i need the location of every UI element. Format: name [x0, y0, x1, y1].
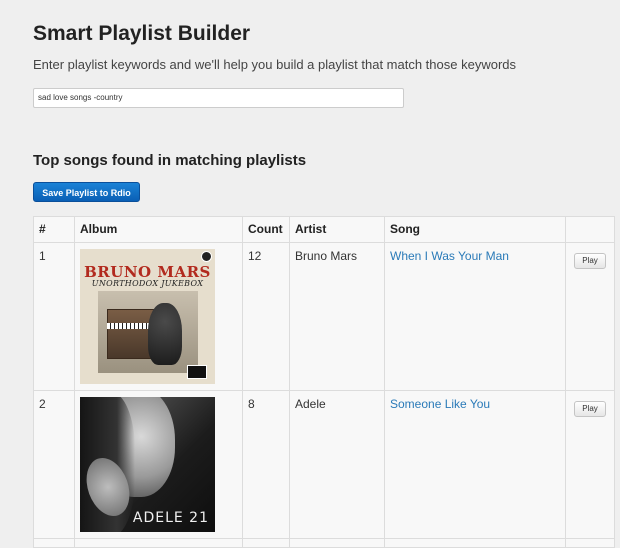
artist-name: Adele	[289, 390, 385, 539]
play-count: 8	[242, 390, 290, 539]
table-row: 2 ADELE 21 8 Adele Someone Like You Play	[33, 390, 615, 539]
save-playlist-button[interactable]: Save Playlist to Rdio	[33, 182, 140, 202]
keywords-input[interactable]	[33, 88, 404, 108]
album-cover-image: ADELE 21	[80, 397, 215, 532]
album-cover-title: ADELE 21	[132, 510, 209, 526]
album-cover-image: BRUNO MARS UNORTHODOX JUKEBOX	[80, 249, 215, 384]
play-cell: Play	[565, 390, 615, 539]
album-cell: BRUNO MARS UNORTHODOX JUKEBOX	[74, 242, 243, 391]
column-header-num: #	[33, 216, 75, 243]
artist-name: Bruno Mars	[289, 242, 385, 391]
column-header-play	[565, 216, 615, 243]
column-header-album: Album	[74, 216, 243, 243]
song-cell: Someone Like You	[384, 390, 566, 539]
results-heading: Top songs found in matching playlists	[33, 152, 307, 169]
page-subtitle: Enter playlist keywords and we'll help y…	[33, 57, 516, 72]
page-title: Smart Playlist Builder	[33, 22, 251, 45]
play-button[interactable]: Play	[574, 401, 606, 417]
song-link[interactable]: Someone Like You	[390, 397, 490, 411]
column-header-artist: Artist	[289, 216, 385, 243]
play-count: 12	[242, 242, 290, 391]
song-link[interactable]: When I Was Your Man	[390, 249, 509, 263]
play-button[interactable]: Play	[574, 253, 606, 269]
parental-advisory-icon	[187, 365, 207, 379]
play-cell: Play	[565, 242, 615, 391]
column-header-song: Song	[384, 216, 566, 243]
table-row	[33, 538, 615, 548]
row-number: 1	[33, 242, 75, 391]
column-header-count: Count	[242, 216, 290, 243]
table-row: 1 BRUNO MARS UNORTHODOX JUKEBOX 12 Bruno…	[33, 242, 615, 391]
table-header-row: # Album Count Artist Song	[33, 216, 615, 243]
song-cell: When I Was Your Man	[384, 242, 566, 391]
album-cover-subtitle: UNORTHODOX JUKEBOX	[91, 279, 204, 288]
album-cell: ADELE 21	[74, 390, 243, 539]
row-number: 2	[33, 390, 75, 539]
rdio-badge-icon	[201, 251, 212, 262]
songs-table: # Album Count Artist Song 1 BRUNO MARS U…	[33, 216, 615, 548]
